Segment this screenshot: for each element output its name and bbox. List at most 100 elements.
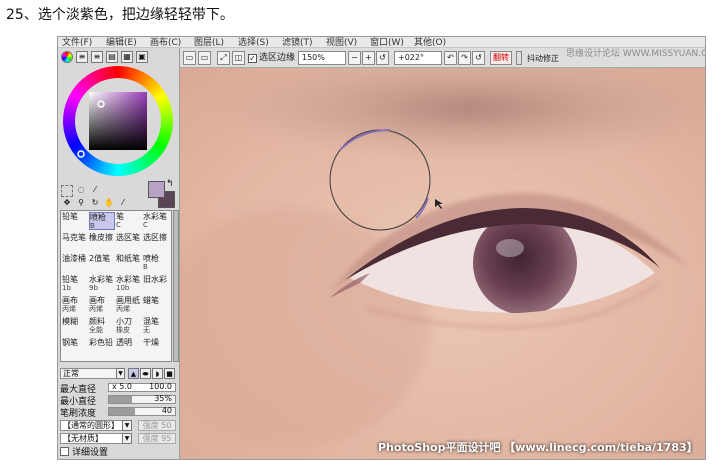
detail-settings-checkbox[interactable] <box>60 447 69 456</box>
brush-size-tag: 10b <box>116 284 130 292</box>
brush-slot[interactable]: 选区擦 <box>143 233 169 251</box>
menu-file[interactable]: 文件(F) <box>62 37 92 47</box>
swatches-tab-icon[interactable]: ▦ <box>121 51 133 63</box>
brush-slot[interactable]: 画用纸 丙烯 <box>116 296 142 314</box>
brush-slot[interactable]: 模糊 <box>62 317 88 335</box>
brush-name: 画布 <box>89 296 105 305</box>
selection-edge-checkbox[interactable]: ✓ <box>248 54 257 63</box>
brush-name: 钢笔 <box>62 338 78 347</box>
brush-slot[interactable]: 油漆桶 <box>62 254 88 272</box>
color-wheel[interactable] <box>63 66 173 176</box>
swap-colors-icon[interactable]: ↰ <box>166 179 174 189</box>
brush-shape-sharp-icon[interactable]: ▲ <box>128 368 139 379</box>
brush-slot[interactable]: 彩色铅 <box>89 338 115 356</box>
magic-wand-icon[interactable]: ⁄ <box>89 185 101 197</box>
brush-slot[interactable]: 马克笔 <box>62 233 88 251</box>
brush-slot[interactable]: 旧水彩 <box>143 275 169 293</box>
brush-slot[interactable]: 喷枪 B <box>143 254 169 272</box>
brush-size-tag: 丙烯 <box>116 305 130 313</box>
zoom-out-icon[interactable]: − <box>348 51 361 65</box>
texture-strength-value: 95 <box>161 434 172 443</box>
menu-window[interactable]: 窗口(W) <box>370 37 404 47</box>
brush-slot[interactable]: 钢笔 <box>62 338 88 356</box>
brush-slot[interactable]: 喷枪 B <box>89 212 115 230</box>
brush-slot[interactable]: 铅笔 <box>62 212 88 230</box>
brush-slot[interactable]: 2值笔 <box>89 254 115 272</box>
brush-slot[interactable]: 干燥 <box>143 338 169 356</box>
brush-slot[interactable]: 铅笔 1b <box>62 275 88 293</box>
rotate-icon[interactable]: ↻ <box>89 198 101 210</box>
blend-mode-dropdown-icon[interactable]: ▼ <box>116 368 125 379</box>
color-wheel-tab-icon[interactable] <box>61 51 73 63</box>
texture-dropdown-icon[interactable]: ▼ <box>122 433 132 444</box>
selection-edge-icon[interactable]: ◫ <box>232 51 245 65</box>
invert-selection-icon[interactable]: ▭ <box>198 51 211 65</box>
eyedropper-icon[interactable]: ⁄ <box>117 198 129 210</box>
brush-slot[interactable]: 水彩笔 C <box>143 212 169 230</box>
move-icon[interactable]: ✥ <box>61 198 73 210</box>
brush-slot[interactable]: 笔C <box>116 212 142 230</box>
brush-name: 铅笔 <box>62 275 78 284</box>
brush-name: 彩色铅 <box>89 338 113 347</box>
brush-size-slider[interactable]: x 5.0 100.0 <box>108 382 176 392</box>
shape-strength-control[interactable]: 强度 50 <box>138 420 176 431</box>
menu-edit[interactable]: 编辑(E) <box>106 37 137 47</box>
brush-slot[interactable]: 画布 丙烯 <box>89 296 115 314</box>
brush-name: 笔 <box>116 212 124 221</box>
zoom-in-icon[interactable]: + <box>362 51 375 65</box>
brush-name: 蜡笔 <box>143 296 159 305</box>
brush-name: 和纸笔 <box>116 254 140 263</box>
brush-slot[interactable]: 画布 丙烯 <box>62 296 88 314</box>
brush-shape-dropdown-icon[interactable]: ▼ <box>122 420 132 431</box>
menu-select[interactable]: 选择(S) <box>238 37 269 47</box>
brush-name: 喷枪 <box>143 254 159 263</box>
foreground-color-swatch[interactable] <box>148 181 165 198</box>
brush-slot[interactable]: 蜡笔 <box>143 296 169 314</box>
rect-select-icon[interactable] <box>61 185 73 197</box>
rgb-slider-tab-icon[interactable]: ≡ <box>76 51 88 63</box>
hand-icon[interactable]: ✋ <box>103 198 115 210</box>
brush-shape-soft-icon[interactable]: ◗ <box>152 368 163 379</box>
menu-canvas[interactable]: 画布(C) <box>150 37 181 47</box>
brush-name: 马克笔 <box>62 233 86 242</box>
size-multiplier[interactable]: x 5.0 <box>112 382 132 391</box>
zoom-icon[interactable]: ⚲ <box>75 198 87 210</box>
brush-size-tag: B <box>143 263 148 271</box>
brush-shape-round-icon[interactable]: ⬬ <box>140 368 151 379</box>
rotate-left-icon[interactable]: ↶ <box>444 51 457 65</box>
deselect-icon[interactable]: ▭ <box>183 51 196 65</box>
transform-icon[interactable]: ⤢ <box>217 51 230 65</box>
brush-name: 干燥 <box>143 338 159 347</box>
flip-button[interactable]: 翻转 <box>490 51 512 65</box>
density-slider[interactable]: 40 <box>108 406 176 416</box>
min-size-slider[interactable]: 35% <box>108 394 176 404</box>
brush-slot[interactable]: 橡皮擦 <box>89 233 115 251</box>
brush-slot[interactable]: 水彩笔 10b <box>116 275 142 293</box>
brush-slot[interactable]: 颜料 全能 <box>89 317 115 335</box>
iris-highlight <box>496 239 524 257</box>
brush-slot[interactable]: 透明 <box>116 338 142 356</box>
lasso-icon[interactable]: ◌ <box>75 185 87 197</box>
rotate-reset-icon[interactable]: ↺ <box>472 51 485 65</box>
blend-mode-select[interactable]: 正常 <box>60 368 124 379</box>
hsv-slider-tab-icon[interactable]: ≡ <box>91 51 103 63</box>
menu-layer[interactable]: 图层(L) <box>194 37 224 47</box>
brush-slot[interactable]: 混笔无 <box>143 317 169 335</box>
rotation-select[interactable]: +022° <box>394 51 442 65</box>
zoom-select[interactable]: 150% <box>298 51 346 65</box>
brush-slot[interactable]: 和纸笔 <box>116 254 142 272</box>
brush-shape-flat-icon[interactable]: ■ <box>164 368 175 379</box>
texture-strength-control[interactable]: 强度 95 <box>138 433 176 444</box>
gradient-slider-tab-icon[interactable]: ▤ <box>106 51 118 63</box>
menu-filter[interactable]: 滤镜(T) <box>282 37 313 47</box>
zoom-reset-icon[interactable]: ↺ <box>376 51 389 65</box>
drawing-canvas[interactable]: PhotoShop平面设计吧 【www.linecg.com/tieba/178… <box>180 68 705 459</box>
brush-grid-scrollbar[interactable] <box>173 210 179 362</box>
brush-slot[interactable]: 小刀 橡皮 <box>116 317 142 335</box>
brush-slot[interactable]: 水彩笔 9b <box>89 275 115 293</box>
brush-slot[interactable]: 选区笔 <box>116 233 142 251</box>
rotate-right-icon[interactable]: ↷ <box>458 51 471 65</box>
scratchpad-tab-icon[interactable]: ▣ <box>136 51 148 63</box>
menu-view[interactable]: 视图(V) <box>326 37 357 47</box>
menu-other[interactable]: 其他(O) <box>414 37 446 47</box>
